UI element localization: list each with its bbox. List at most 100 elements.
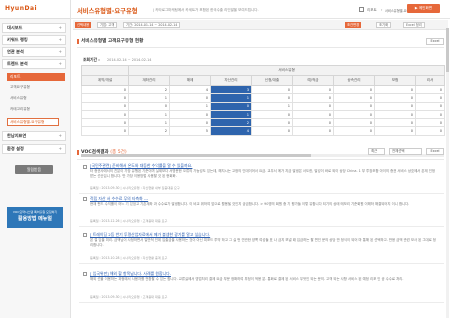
table-cell: 0	[292, 126, 334, 136]
item-checkbox[interactable]	[83, 197, 87, 201]
item-divider	[79, 302, 444, 303]
table-header-row: 계약/개설 계좌관리 해제 자산관리 신청/대출 예/적금 상속관리 보험 리서	[81, 75, 445, 86]
table-cell: 0	[81, 84, 129, 95]
sidebar-item-active[interactable]: 서비스유형별-요구유형	[7, 118, 59, 126]
table-cell: 0	[292, 118, 334, 128]
table-cell: 5	[169, 126, 211, 136]
column-header[interactable]: 계좌관리	[128, 75, 170, 86]
table-row: 024300000	[81, 84, 445, 95]
table-row: 010100000	[81, 109, 445, 120]
table-cell: 0	[81, 126, 129, 136]
change-condition-button[interactable]: 조건변경	[345, 22, 362, 28]
table-cell: 0	[292, 84, 334, 95]
page-scrollbar-thumb[interactable]	[446, 28, 449, 72]
column-header[interactable]: 상속관리	[333, 75, 375, 86]
filter-chip-selection: 선택내용	[75, 22, 92, 28]
table-cell: 0	[374, 118, 416, 128]
menu-keyword-ranking[interactable]: 키워드 랭킹 +	[2, 35, 66, 45]
page-subtitle: | 카타로그마케팅에서 카세트가 포함된 한국수출 리인발을 보여드립니다.	[153, 8, 259, 12]
table-cell: 0	[374, 84, 416, 95]
expand-icon: +	[58, 25, 62, 30]
select-all-toggle[interactable]: 전체선택	[389, 148, 422, 155]
item-checkbox[interactable]	[83, 233, 87, 237]
column-header[interactable]: 신청/대출	[251, 75, 293, 86]
sidebar-item-customer-type[interactable]: 고객요구유형	[10, 85, 30, 90]
item-divider	[79, 263, 444, 264]
menu-trend[interactable]: 트렌드 분석 +	[2, 59, 66, 69]
sort-select[interactable]: 최근	[368, 148, 385, 155]
table-cell: 0	[81, 118, 129, 128]
item-checkbox[interactable]	[83, 165, 87, 169]
table-cell: 0	[415, 126, 445, 136]
table-cell: 0	[251, 84, 293, 95]
home-icon[interactable]	[359, 7, 364, 12]
query-period-label: 조회기간 :	[83, 57, 100, 62]
sidebar-item-service-type[interactable]: 서비스유형	[10, 96, 27, 101]
table-header-blank	[81, 65, 129, 76]
filter-chip-company[interactable]: 기업: 고객	[97, 22, 118, 28]
table-cell: 0	[333, 118, 375, 128]
table-cell: 0	[251, 126, 293, 136]
reset-button[interactable]: 조기화	[376, 22, 392, 28]
table-cell: 1	[128, 118, 170, 128]
table-cell: 0	[374, 93, 416, 103]
top-bar: 서비스유형별-요구유형 | 카타로그마케팅에서 카세트가 포함된 한국수출 리인…	[71, 0, 450, 19]
page-title: 서비스유형별-요구유형	[77, 8, 138, 15]
table-cell: 2	[128, 84, 170, 95]
table-cell: 0	[333, 101, 375, 111]
table-cell: 1	[169, 101, 211, 111]
table-cell: 0	[81, 109, 129, 120]
table-cell: 1	[251, 101, 293, 111]
filter-chip-period[interactable]: 기간: 2014-01-14 ~ 2014-02-14	[123, 22, 181, 28]
table-cell: 0	[169, 93, 211, 103]
query-period-value: 2014-02-14 ~ 2014-02-14	[107, 58, 152, 62]
menu-association[interactable]: 연관 분석 +	[2, 47, 66, 57]
table-cell: 0	[169, 118, 211, 128]
table-cell: 1	[128, 109, 170, 120]
table-cell: 0	[333, 93, 375, 103]
table-cell: 1	[210, 93, 252, 103]
excel-download-button[interactable]: Excel	[426, 38, 444, 45]
table-cell: 3	[210, 84, 252, 95]
menu-index[interactable]: 한남지표연 +	[2, 131, 66, 141]
voc-excel-button[interactable]: Excel	[426, 148, 444, 155]
table-cell: 0	[374, 109, 416, 120]
table-cell: 0	[415, 93, 445, 103]
column-header[interactable]: 예/적금	[292, 75, 334, 86]
table-section-title: 서비스유형별 고객요구유형 현황	[81, 39, 144, 44]
logo[interactable]: HyunDai	[5, 5, 37, 12]
sidebar: HyunDai 대시보드 + 키워드 랭킹 + 연관 분석 + 트렌드 분석 +…	[0, 0, 71, 318]
table-cell: 0	[292, 109, 334, 120]
breadcrumb-item[interactable]: 리포트	[367, 8, 377, 13]
item-divider	[79, 193, 444, 194]
manual-banner[interactable]: VOC요약시스템 특허출원 모집하기 활용방법 메뉴얼	[7, 207, 63, 228]
voc-item-meta: 등록일 : 2013-10-28 | 시나리오유형 : 자산현황 중계 요구	[90, 256, 168, 260]
table-cell: 1	[128, 93, 170, 103]
table-cell: 0	[169, 109, 211, 120]
menu-dashboard[interactable]: 대시보드 +	[2, 23, 66, 33]
voc-item-meta: 등록일 : 2013-09-30 | 시나리오유형 : 고객응대 대응 요구	[90, 295, 168, 299]
menu-settings[interactable]: 환경 설정 +	[2, 144, 66, 154]
column-header[interactable]: 보험	[374, 75, 416, 86]
section-marker	[77, 39, 79, 44]
expand-icon: +	[58, 146, 62, 151]
table-row: 001010000	[81, 101, 445, 111]
column-header[interactable]: 리서	[415, 75, 445, 86]
sidebar-item-category-type[interactable]: 카테고리유형	[10, 107, 30, 112]
voc-item-meta: 등록일 : 2013-12-26 | 시나리오유형 : 고객응대 대응 요구	[90, 219, 168, 223]
column-header[interactable]: 계약/개설	[81, 75, 129, 86]
item-checkbox[interactable]	[83, 272, 87, 276]
column-header[interactable]: 자산관리	[210, 75, 252, 86]
main-screen-button[interactable]: ▶ 메인화면	[407, 4, 440, 13]
table-cell: 0	[415, 101, 445, 111]
table-cell: 4	[210, 126, 252, 136]
notification-button[interactable]: 알림받음	[15, 165, 53, 174]
excel-arrange-button[interactable]: Excel 정리	[403, 22, 425, 28]
expand-icon: +	[58, 133, 62, 138]
sidebar-section-report[interactable]: 리포트	[7, 73, 65, 81]
breadcrumb-separator: ›	[381, 8, 383, 12]
menu-label: 키워드 랭킹	[7, 37, 28, 42]
filter-bar: 선택내용 기업: 고객 기간: 2014-01-14 ~ 2014-02-14 …	[73, 20, 448, 30]
column-header[interactable]: 해제	[169, 75, 211, 86]
table-cell: 1	[210, 109, 252, 120]
